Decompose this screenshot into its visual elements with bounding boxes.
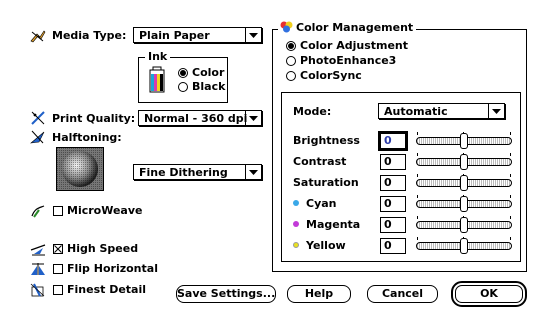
color-adjustment-radio[interactable] (286, 41, 296, 51)
brightness-field[interactable]: 0 (378, 131, 408, 151)
color-management-title: Color Management (296, 21, 414, 34)
mode-popup[interactable]: Automatic (378, 103, 505, 119)
color-management-header: Color Management (278, 21, 417, 35)
color-circles-icon (280, 21, 293, 33)
photoenhance-label: PhotoEnhance3 (300, 54, 397, 67)
yellow-label: Yellow (306, 239, 346, 252)
media-type-popup[interactable]: Plain Paper (133, 27, 262, 43)
mode-value: Automatic (384, 105, 448, 118)
slider-thumb[interactable] (460, 238, 468, 254)
cyan-slider[interactable] (416, 195, 512, 213)
photoenhance-radio[interactable] (286, 56, 296, 66)
ink-black-radio[interactable] (178, 82, 188, 92)
cyan-dot-icon (293, 200, 299, 206)
cyan-field[interactable]: 0 (380, 196, 406, 212)
finest-detail-icon (30, 283, 45, 297)
high-speed-label: High Speed (67, 242, 139, 255)
ink-color-radio[interactable] (178, 68, 188, 78)
yellow-slider[interactable] (416, 237, 512, 255)
slider-thumb[interactable] (460, 217, 468, 233)
ink-group-title: Ink (145, 50, 171, 64)
contrast-field[interactable]: 0 (380, 154, 406, 170)
colorsync-radio[interactable] (286, 71, 296, 81)
magenta-slider[interactable] (416, 216, 512, 234)
color-adjustment-label: Color Adjustment (300, 39, 409, 52)
slider-thumb[interactable] (460, 196, 468, 212)
saturation-slider[interactable] (416, 174, 512, 192)
yellow-field[interactable]: 0 (380, 238, 406, 254)
saturation-field[interactable]: 0 (380, 175, 406, 191)
brightness-label: Brightness (293, 134, 360, 147)
halftoning-value: Fine Dithering (139, 166, 228, 179)
colorsync-label: ColorSync (300, 69, 362, 82)
print-quality-value: Normal - 360 dpi (144, 112, 248, 125)
ink-color-label: Color (192, 66, 225, 79)
microweave-label: MicroWeave (67, 204, 143, 217)
help-button[interactable]: Help (287, 285, 351, 303)
slider-thumb[interactable] (460, 175, 468, 191)
halftoning-label: Halftoning: (52, 131, 122, 144)
contrast-slider[interactable] (416, 153, 512, 171)
contrast-label: Contrast (293, 155, 347, 168)
microweave-checkbox[interactable] (53, 206, 63, 216)
slider-thumb[interactable] (460, 133, 468, 149)
flip-horizontal-icon (31, 263, 45, 275)
ink-cartridge-icon (149, 66, 165, 93)
brightness-slider[interactable] (416, 132, 512, 150)
media-type-icon (30, 30, 46, 43)
chevron-down-icon (245, 110, 261, 126)
magenta-dot-icon (293, 221, 299, 227)
cancel-button[interactable]: Cancel (367, 285, 438, 303)
yellow-dot-icon (293, 242, 299, 248)
ink-black-label: Black (192, 80, 226, 93)
high-speed-icon (30, 244, 46, 256)
halftone-sphere-icon (57, 148, 103, 190)
halftoning-preview (56, 147, 104, 191)
magenta-label: Magenta (306, 218, 361, 231)
media-type-value: Plain Paper (139, 29, 210, 42)
microweave-icon (31, 205, 45, 218)
chevron-down-icon (245, 164, 261, 180)
print-quality-label: Print Quality: (52, 112, 136, 125)
print-quality-icon (31, 111, 45, 125)
checkmark-icon (54, 245, 62, 253)
chevron-down-icon (488, 103, 504, 119)
high-speed-checkbox[interactable] (53, 244, 63, 254)
saturation-label: Saturation (293, 176, 359, 189)
print-quality-popup[interactable]: Normal - 360 dpi (138, 110, 262, 126)
halftoning-icon (30, 130, 45, 144)
chevron-down-icon (245, 27, 261, 43)
mode-label: Mode: (293, 105, 332, 118)
magenta-field[interactable]: 0 (380, 217, 406, 233)
flip-horizontal-label: Flip Horizontal (67, 262, 158, 275)
cyan-label: Cyan (306, 197, 337, 210)
flip-horizontal-checkbox[interactable] (53, 264, 63, 274)
finest-detail-checkbox[interactable] (53, 285, 63, 295)
finest-detail-label: Finest Detail (67, 283, 147, 296)
slider-thumb[interactable] (460, 154, 468, 170)
media-type-label: Media Type: (52, 29, 127, 42)
ok-button[interactable]: OK (451, 281, 527, 307)
save-settings-button[interactable]: Save Settings... (176, 285, 276, 303)
halftoning-popup[interactable]: Fine Dithering (133, 164, 262, 180)
